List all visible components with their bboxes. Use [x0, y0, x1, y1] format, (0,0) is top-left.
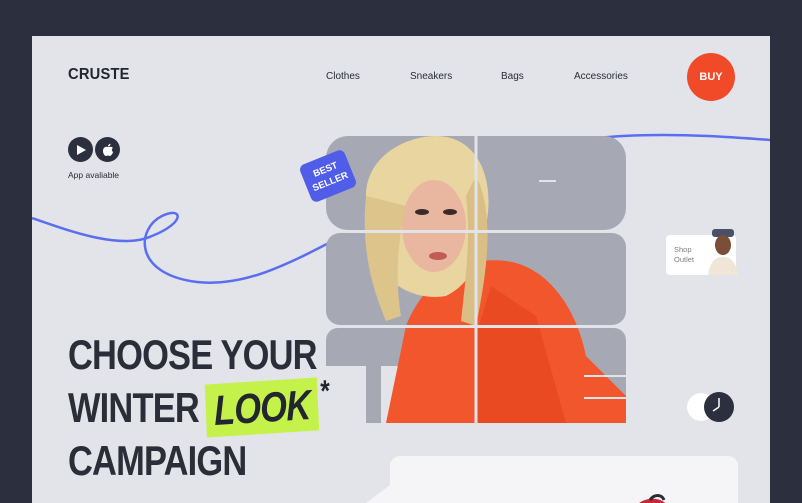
clock-toggle-icon[interactable] [687, 392, 735, 422]
nav-sneakers[interactable]: Sneakers [410, 71, 452, 82]
asterisk: * [319, 374, 330, 409]
apple-icon[interactable] [95, 137, 120, 162]
look-highlight: LOOK * [204, 375, 330, 438]
headline-winter: WINTER [68, 384, 200, 431]
card-corner-shape [366, 476, 402, 503]
headline-line3: CAMPAIGN [68, 437, 247, 484]
shop-label-line1: Shop [674, 245, 692, 254]
hero-photo-collage [326, 136, 626, 423]
brand-logo[interactable]: CRUSTE [68, 66, 130, 84]
app-available-label: App avaliable [68, 170, 120, 180]
sneaker-image [639, 494, 666, 503]
nav-clothes[interactable]: Clothes [326, 71, 360, 82]
shop-outlet-label: Shop Outlet [674, 245, 704, 265]
app-store-links [68, 137, 120, 162]
shop-outlet-card[interactable]: Shop Outlet [666, 229, 738, 275]
headline-line2: WINTER LOOK * [68, 375, 330, 438]
headline-line1: CHOOSE YOUR [68, 331, 318, 378]
look-text: LOOK [212, 380, 311, 435]
nav-bags[interactable]: Bags [501, 71, 524, 82]
buy-button[interactable]: BUY [687, 53, 735, 101]
outlet-model-avatar [708, 229, 738, 275]
play-store-icon[interactable] [68, 137, 93, 162]
shop-label-line2: Outlet [674, 255, 695, 264]
landing-page: CRUSTE Clothes Sneakers Bags Accessories… [32, 36, 770, 503]
hero-headline: CHOOSE YOUR WINTER LOOK * CAMPAIGN [68, 328, 330, 487]
nav-accessories[interactable]: Accessories [574, 71, 628, 82]
product-preview-card[interactable] [390, 456, 738, 503]
